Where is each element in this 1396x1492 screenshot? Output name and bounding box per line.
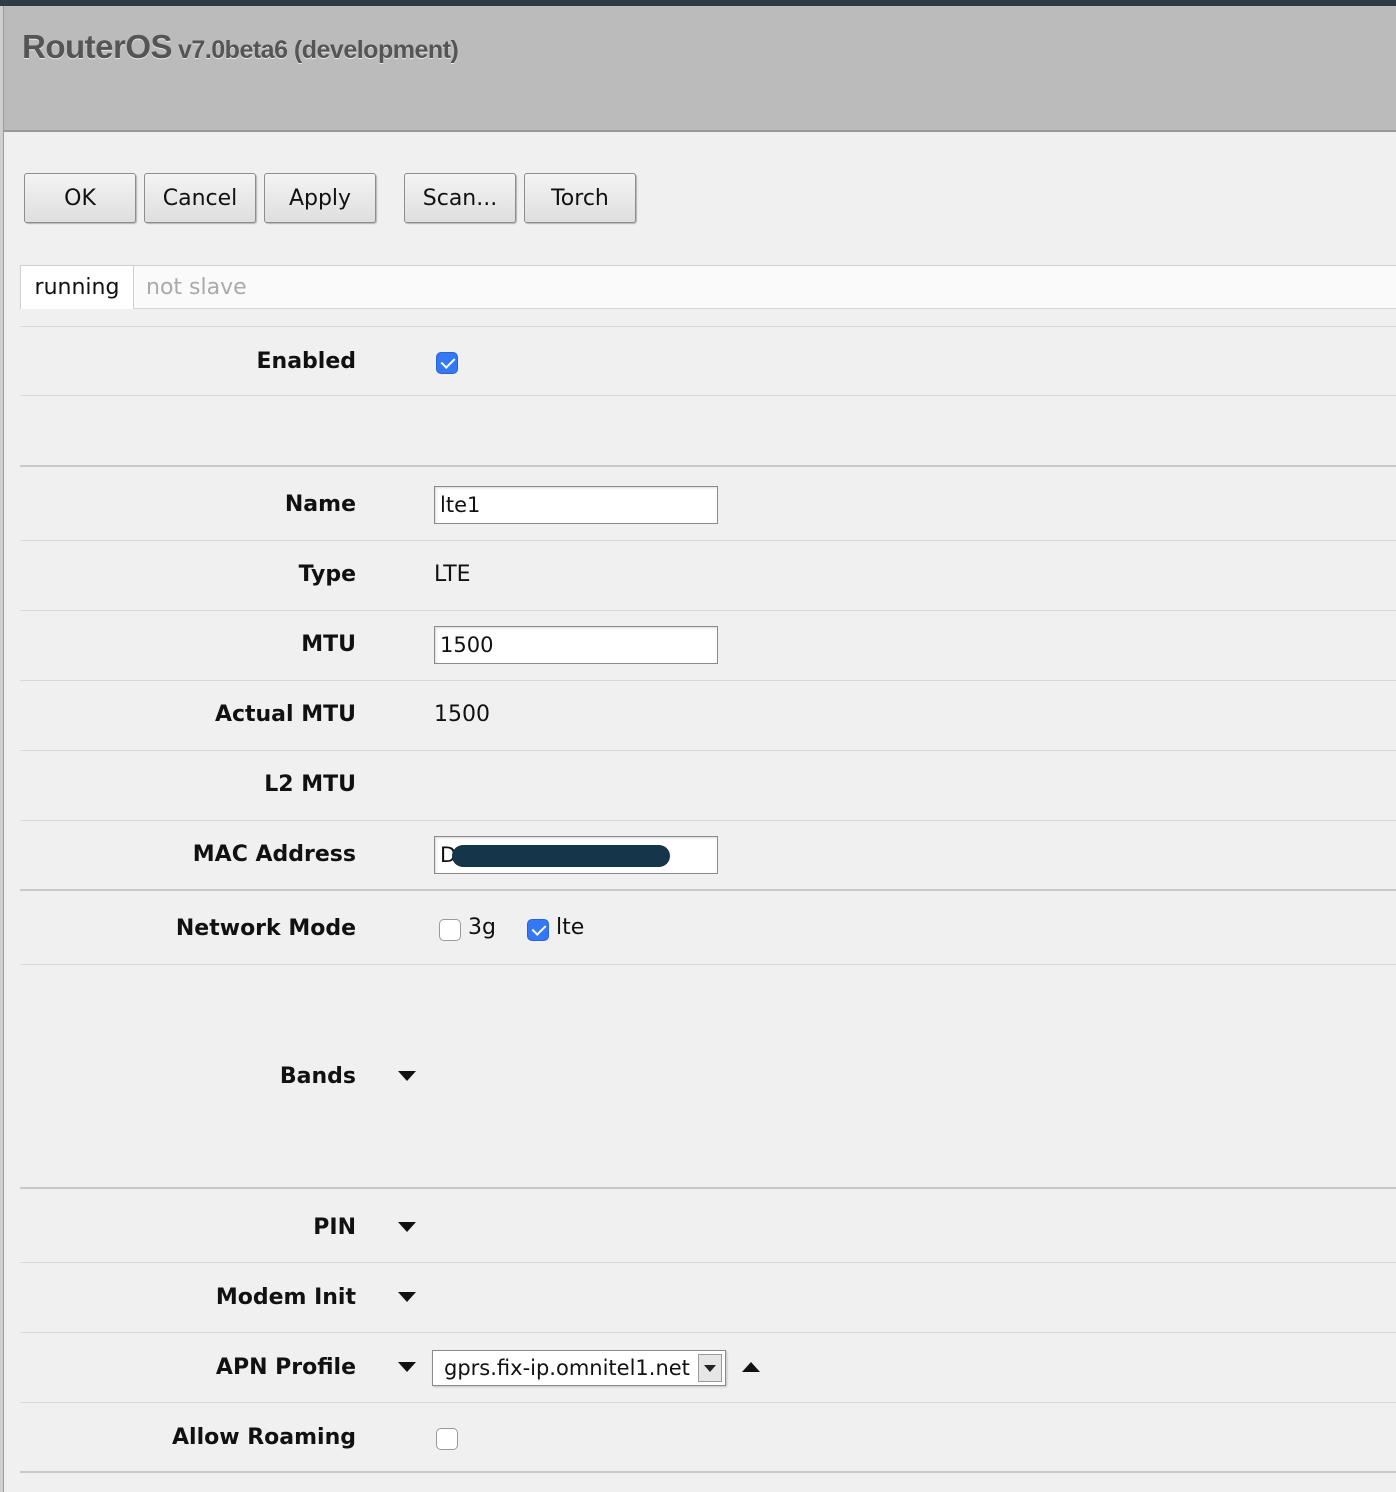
apn-profile-collapse-icon[interactable] — [742, 1362, 760, 1372]
row-actual-mtu: Actual MTU 1500 — [20, 681, 1396, 751]
name-label: Name — [284, 492, 356, 517]
network-mode-label: Network Mode — [175, 916, 356, 941]
bands-label: Bands — [279, 1064, 356, 1089]
cancel-button[interactable]: Cancel — [144, 173, 256, 223]
name-input[interactable]: lte1 — [434, 486, 718, 524]
status-running: running — [20, 266, 134, 309]
network-mode-lte-checkbox[interactable] — [527, 919, 549, 941]
mtu-input[interactable]: 1500 — [434, 626, 718, 664]
torch-button[interactable]: Torch — [524, 173, 636, 223]
apply-button[interactable]: Apply — [264, 173, 376, 223]
row-network-mode: Network Mode 3g lte — [20, 893, 1396, 965]
row-pin: PIN — [20, 1193, 1396, 1263]
enabled-label: Enabled — [256, 349, 357, 374]
modem-init-label: Modem Init — [215, 1285, 356, 1310]
bands-expand-icon[interactable] — [398, 1071, 416, 1081]
enabled-checkbox[interactable] — [436, 352, 458, 374]
actual-mtu-label: Actual MTU — [214, 702, 356, 727]
row-mtu: MTU 1500 — [20, 611, 1396, 681]
apn-profile-select[interactable]: gprs.fix-ip.omnitel1.net — [432, 1350, 726, 1386]
network-mode-lte-label[interactable]: lte — [556, 915, 584, 940]
modem-init-expand-icon[interactable] — [398, 1292, 416, 1302]
row-bands: Bands — [20, 965, 1396, 1189]
apn-profile-expand-icon[interactable] — [398, 1362, 416, 1372]
actual-mtu-value: 1500 — [434, 702, 490, 727]
apn-profile-label: APN Profile — [215, 1355, 356, 1380]
scan-button[interactable]: Scan... — [404, 173, 516, 223]
apn-profile-value: gprs.fix-ip.omnitel1.net — [444, 1356, 690, 1380]
type-label: Type — [298, 562, 356, 587]
mac-address-label: MAC Address — [192, 842, 356, 867]
type-value: LTE — [434, 562, 471, 587]
row-type: Type LTE — [20, 541, 1396, 611]
row-allow-roaming: Allow Roaming — [20, 1403, 1396, 1473]
status-bar: running not slave — [20, 265, 1396, 309]
chevron-down-icon[interactable] — [698, 1354, 722, 1382]
redaction-mark — [452, 845, 670, 867]
row-name: Name lte1 — [20, 471, 1396, 541]
allow-roaming-label: Allow Roaming — [172, 1425, 356, 1450]
network-mode-3g-checkbox[interactable] — [439, 919, 461, 941]
app-header: RouterOS v7.0beta6 (development) — [4, 6, 1396, 132]
pin-label: PIN — [313, 1215, 356, 1240]
brand-version: v7.0beta6 (development) — [178, 36, 459, 64]
row-apn-profile: APN Profile gprs.fix-ip.omnitel1.net — [20, 1333, 1396, 1403]
row-l2-mtu: L2 MTU — [20, 751, 1396, 821]
brand-title: RouterOS v7.0beta6 (development) — [22, 28, 459, 66]
row-enabled: Enabled — [20, 326, 1396, 396]
ok-button[interactable]: OK — [24, 173, 136, 223]
brand-name: RouterOS — [22, 28, 173, 65]
window-left-edge — [0, 6, 4, 1492]
pin-expand-icon[interactable] — [398, 1222, 416, 1232]
allow-roaming-checkbox[interactable] — [436, 1428, 458, 1450]
row-mac-address: MAC Address D — [20, 821, 1396, 891]
network-mode-3g-label[interactable]: 3g — [468, 915, 496, 940]
status-slave: not slave — [146, 275, 247, 300]
section-separator — [20, 396, 1396, 467]
row-modem-init: Modem Init — [20, 1263, 1396, 1333]
mtu-label: MTU — [301, 632, 356, 657]
l2-mtu-label: L2 MTU — [264, 772, 356, 797]
